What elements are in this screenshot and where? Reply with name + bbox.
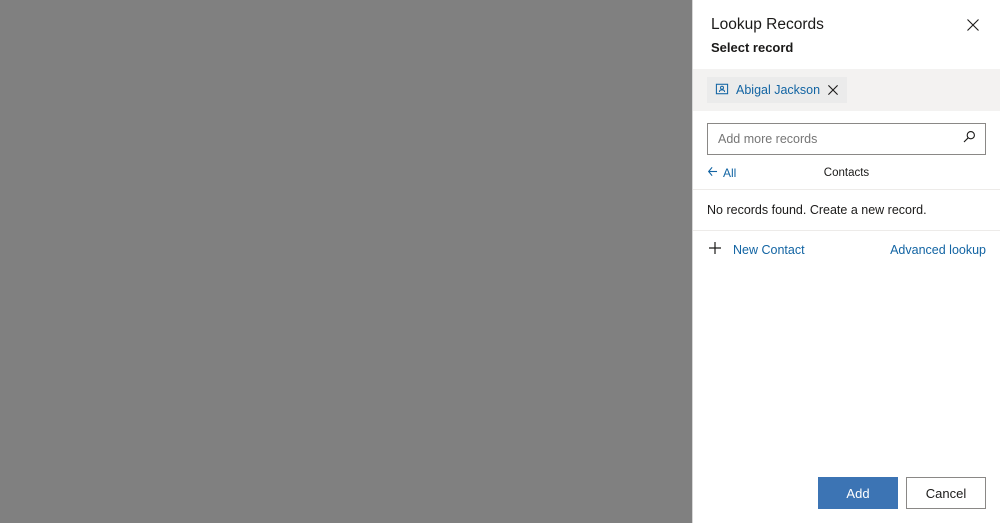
search-box[interactable] (707, 123, 986, 155)
chip-label: Abigal Jackson (736, 83, 821, 97)
lookup-results-header: All Contacts (693, 155, 1000, 190)
selected-record-chip[interactable]: Abigal Jackson (707, 77, 848, 103)
search-input[interactable] (718, 132, 961, 146)
selected-records-band: Abigal Jackson (693, 69, 1000, 111)
chip-remove-close-icon[interactable] (827, 84, 839, 96)
panel-title: Lookup Records (711, 16, 824, 33)
new-contact-label: New Contact (733, 242, 805, 257)
advanced-lookup-link[interactable]: Advanced lookup (890, 243, 986, 257)
panel-subtitle: Select record (711, 40, 794, 55)
new-contact-button[interactable]: New Contact (707, 240, 805, 259)
back-to-all-link[interactable]: All (707, 165, 736, 181)
app-root: Power Apps Portal Management Contacts (0, 0, 1000, 523)
back-arrow-icon (707, 165, 720, 181)
lookup-records-panel: Lookup Records Select record Abigal Jack… (692, 0, 1000, 523)
contact-card-icon (715, 82, 729, 99)
plus-icon (707, 240, 723, 259)
results-entity-label: Contacts (823, 167, 870, 179)
panel-header: Lookup Records Select record (693, 0, 1000, 55)
panel-footer: Add Cancel (693, 463, 1000, 523)
search-icon[interactable] (961, 129, 977, 150)
lookup-search-area (693, 111, 1000, 155)
back-to-all-label: All (723, 166, 737, 180)
add-button[interactable]: Add (818, 477, 898, 509)
close-icon[interactable] (960, 12, 986, 38)
lookup-actions-row: New Contact Advanced lookup (693, 231, 1000, 268)
empty-results-message: No records found. Create a new record. (693, 190, 1000, 231)
cancel-button[interactable]: Cancel (906, 477, 986, 509)
